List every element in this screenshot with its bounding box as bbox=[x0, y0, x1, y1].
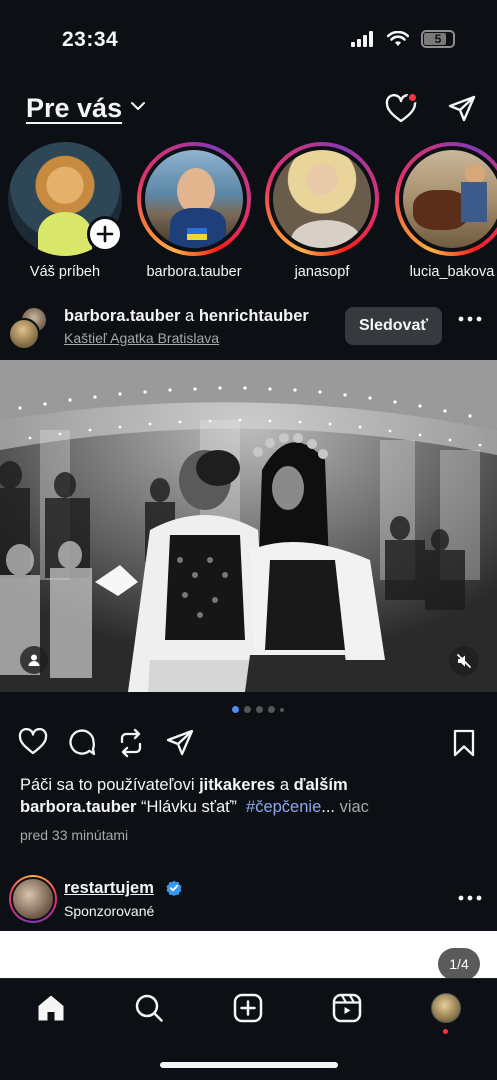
verified-badge-icon bbox=[166, 880, 182, 896]
sponsor-avatar[interactable] bbox=[9, 875, 57, 923]
speaker-muted-icon bbox=[457, 654, 471, 668]
sponsored-label: Sponzorované bbox=[64, 903, 155, 919]
story-label: janasopf bbox=[294, 264, 350, 280]
post-usernames: barbora.tauber a henrichtauber bbox=[64, 307, 309, 326]
feed-header: Pre vás bbox=[0, 90, 497, 130]
story-avatar bbox=[141, 146, 247, 252]
post-timestamp: pred 33 minútami bbox=[20, 827, 129, 843]
battery-icon: 5 bbox=[421, 30, 455, 48]
status-time: 23:34 bbox=[62, 28, 119, 51]
avatar bbox=[431, 993, 461, 1023]
signal-icon bbox=[351, 31, 373, 47]
wifi-icon bbox=[387, 31, 409, 46]
repost-icon[interactable] bbox=[116, 728, 146, 758]
post-user-2[interactable]: henrichtauber bbox=[199, 307, 309, 325]
story-label: lucia_bakova bbox=[409, 264, 495, 280]
story-lucia-bakova[interactable]: lucia_bakova bbox=[394, 142, 497, 280]
caption-hashtag[interactable]: #čepčenie bbox=[246, 798, 321, 816]
more-options-icon[interactable] bbox=[458, 315, 482, 323]
story-janasopf[interactable]: janasopf bbox=[264, 142, 380, 280]
likes-summary[interactable]: Páči sa to používateľovi jitkakeres a ďa… bbox=[20, 776, 348, 795]
post-photo[interactable] bbox=[0, 360, 497, 692]
carousel-dot-active bbox=[232, 706, 239, 713]
send-icon[interactable] bbox=[447, 94, 477, 124]
feed-selector-title[interactable]: Pre vás bbox=[26, 93, 122, 124]
post-caption: barbora.tauber “Hlávku sťať” #čepčenie..… bbox=[20, 798, 369, 817]
status-icons: 5 bbox=[351, 30, 455, 48]
caption-text: “Hlávku sťať” bbox=[136, 798, 247, 816]
home-indicator bbox=[160, 1062, 338, 1068]
comment-icon[interactable] bbox=[67, 728, 97, 758]
story-avatar bbox=[399, 146, 497, 252]
status-bar: 23:34 5 bbox=[0, 0, 497, 80]
notification-dot bbox=[443, 1029, 448, 1034]
sponsored-post-header: restartujem Sponzorované bbox=[0, 874, 497, 924]
home-icon[interactable] bbox=[36, 993, 66, 1023]
add-story-icon[interactable] bbox=[87, 216, 123, 252]
story-avatar bbox=[269, 146, 375, 252]
bookmark-icon[interactable] bbox=[452, 728, 476, 758]
notification-dot bbox=[407, 92, 418, 103]
chevron-down-icon[interactable] bbox=[130, 100, 146, 112]
tagged-people-button[interactable] bbox=[20, 646, 48, 674]
likes-mid: a bbox=[275, 776, 294, 794]
sponsored-media[interactable] bbox=[0, 931, 497, 981]
post-avatars[interactable] bbox=[8, 306, 52, 350]
carousel-indicator bbox=[232, 706, 284, 713]
post-user-1[interactable]: barbora.tauber bbox=[64, 307, 180, 325]
battery-level: 5 bbox=[434, 32, 442, 46]
reels-icon[interactable] bbox=[332, 993, 362, 1023]
media-page-indicator: 1/4 bbox=[438, 948, 480, 980]
search-icon[interactable] bbox=[134, 993, 164, 1023]
sponsor-username[interactable]: restartujem bbox=[64, 879, 154, 898]
carousel-dot bbox=[256, 706, 263, 713]
share-icon[interactable] bbox=[165, 728, 195, 758]
caption-username[interactable]: barbora.tauber bbox=[20, 798, 136, 816]
story-own[interactable]: Váš príbeh bbox=[7, 142, 123, 280]
likes-others[interactable]: ďalším bbox=[294, 776, 348, 794]
post-users-conjunction: a bbox=[180, 307, 199, 325]
caption-ellipsis: ... bbox=[321, 798, 340, 816]
create-post-icon[interactable] bbox=[233, 993, 263, 1023]
likes-user[interactable]: jitkakeres bbox=[199, 776, 275, 794]
post-location[interactable]: Kaštieľ Agatka Bratislava bbox=[64, 330, 219, 346]
likes-prefix: Páči sa to používateľovi bbox=[20, 776, 200, 794]
caption-more-link[interactable]: viac bbox=[340, 798, 369, 816]
story-barbora-tauber[interactable]: barbora.tauber bbox=[136, 142, 252, 280]
more-options-icon[interactable] bbox=[458, 894, 482, 902]
person-icon bbox=[28, 654, 40, 666]
follow-button[interactable]: Sledovať bbox=[345, 307, 442, 345]
post-actions bbox=[0, 728, 497, 760]
carousel-dot bbox=[280, 707, 284, 712]
story-label: barbora.tauber bbox=[146, 264, 242, 280]
carousel-dot bbox=[268, 706, 275, 713]
stories-tray: Váš príbeh barbora.tauber janasopf lucia… bbox=[0, 142, 497, 282]
post-header: barbora.tauber a henrichtauber Kaštieľ A… bbox=[0, 302, 497, 354]
mute-button[interactable] bbox=[449, 646, 479, 676]
like-icon[interactable] bbox=[18, 728, 48, 756]
profile-tab[interactable] bbox=[431, 993, 461, 1034]
post-photo-illustration bbox=[0, 360, 497, 692]
avatar bbox=[8, 318, 40, 350]
story-label: Váš príbeh bbox=[29, 264, 101, 280]
carousel-dot bbox=[244, 706, 251, 713]
